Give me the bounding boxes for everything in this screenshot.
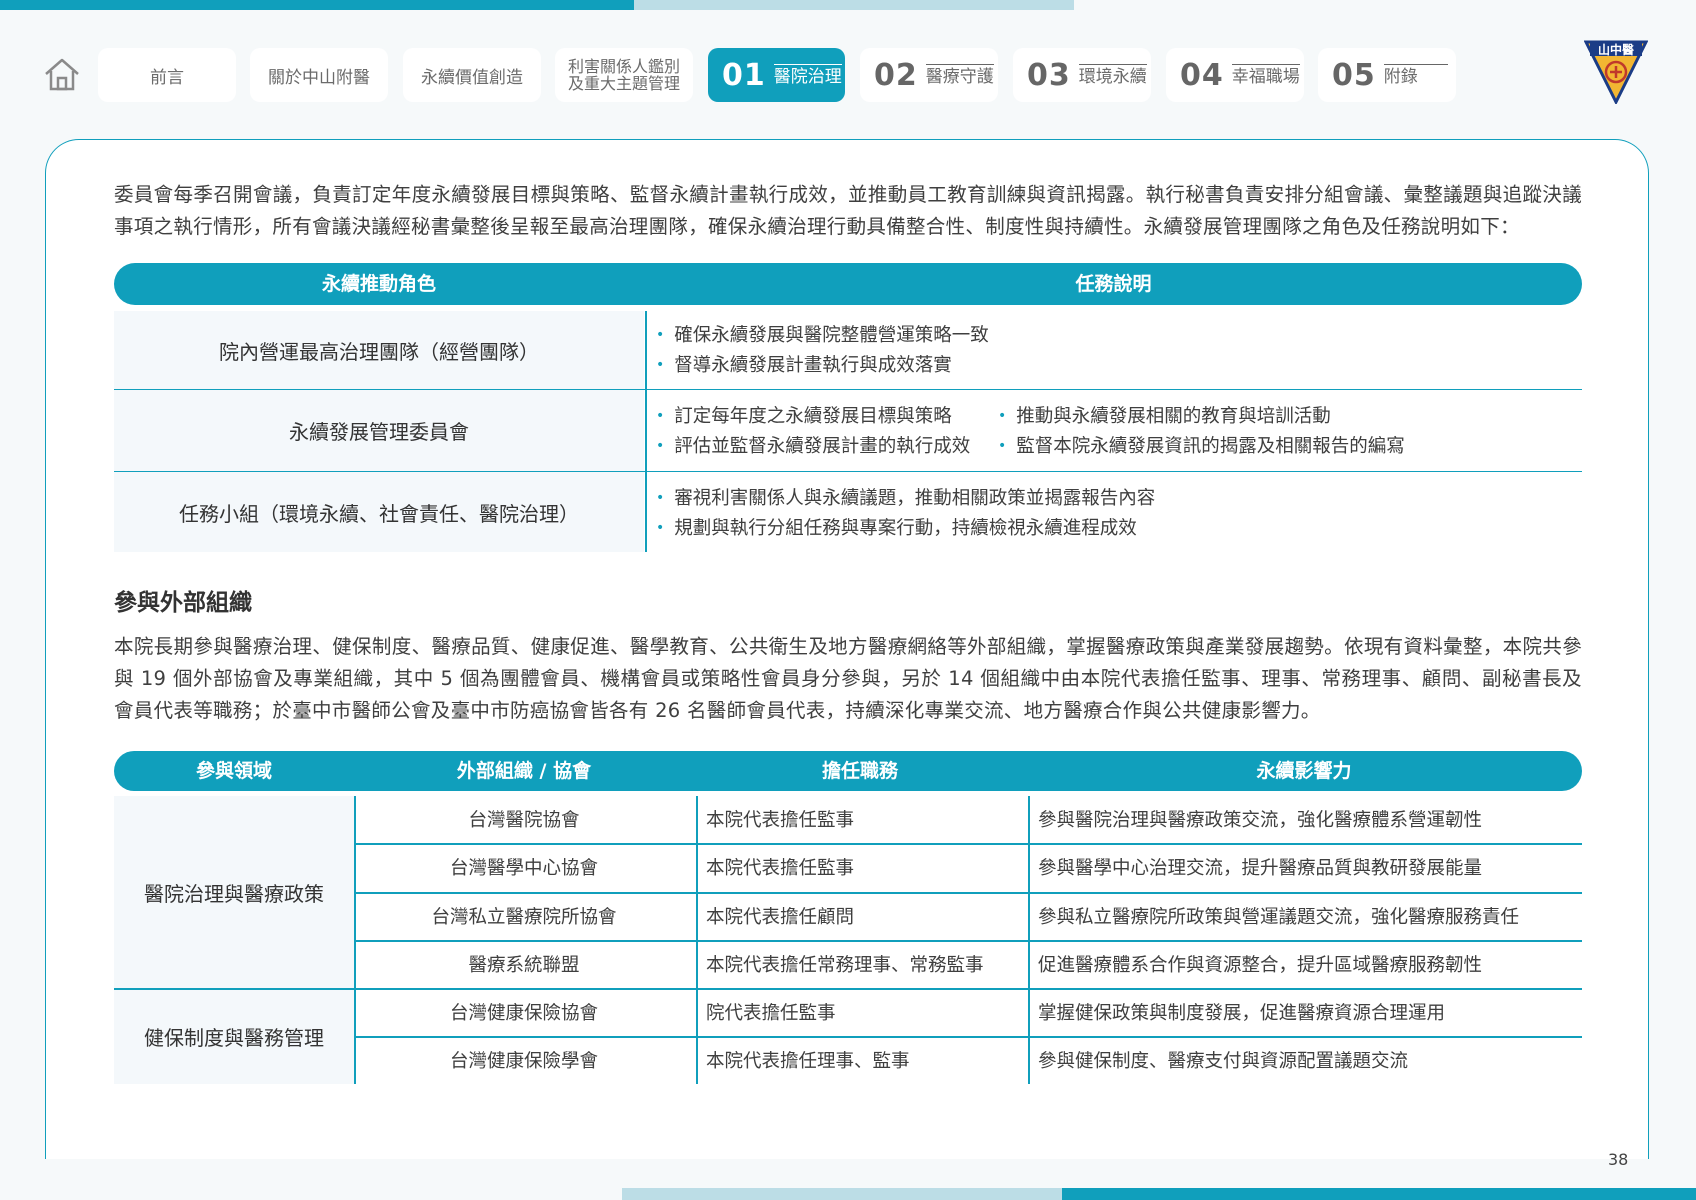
org-impact: 參與健保制度、醫療支付與資源配置議題交流 [1038,1051,1409,1072]
header-impact: 永續影響力 [1256,760,1352,782]
tab-value-creation[interactable]: 永續價值創造 [403,48,541,102]
task-item: 規劃與執行分組任務與專案行動，持續檢視永續進程成效 [656,514,1137,540]
header-org: 外部組織 / 協會 [456,760,592,782]
roles-row: 任務小組（環境永續、社會責任、醫院治理） 審視利害關係人與永續議題，推動相關政策… [114,472,1582,552]
task-item: 監督本院永續發展資訊的揭露及相關報告的編寫 [998,432,1405,458]
task-item: 訂定每年度之永續發展目標與策略 [656,402,952,428]
header-tasks: 任務說明 [1075,273,1152,295]
hospital-logo: 山中醫 [1583,38,1649,106]
intro-paragraph: 委員會每季召開會議，負責訂定年度永續發展目標與策略、監督永續計畫執行成效，並推動… [114,183,1582,238]
logo-text: 山中醫 [1598,42,1634,57]
roles-table-header: 永續推動角色 任務說明 [114,263,1582,305]
tab-01-governance[interactable]: 01 醫院治理 [708,48,845,102]
tab-about[interactable]: 關於中山附醫 [250,48,388,102]
role-name: 永續發展管理委員會 [114,390,644,471]
task-item: 督導永續發展計畫執行與成效落實 [656,351,952,377]
role-name: 院內營運最高治理團隊（經營團隊） [114,311,644,389]
org-role: 本院代表擔任顧問 [706,907,855,928]
org-impact: 參與醫院治理與醫療政策交流，強化醫療體系營運韌性 [1038,810,1483,831]
org-name: 台灣健康保險學會 [449,1051,598,1072]
header-role: 永續推動角色 [321,273,436,295]
tab-stakeholders[interactable]: 利害關係人鑑別 及重大主題管理 [555,48,693,102]
org-impact: 掌握健保政策與制度發展，促進醫療資源合理運用 [1038,1003,1446,1024]
org-role: 本院代表擔任監事 [706,810,855,831]
org-impact: 促進醫療體系合作與資源整合，提升區域醫療服務韌性 [1038,955,1483,976]
org-name: 台灣私立醫療院所協會 [431,907,617,928]
section-title: 參與外部組織 [114,590,252,616]
tab-03-environment[interactable]: 03 環境永續 [1013,48,1151,102]
header-field: 參與領域 [195,760,272,782]
category-cell: 醫院治理與醫療政策 [114,796,354,988]
org-impact: 參與醫學中心治理交流，提升醫療品質與教研發展能量 [1038,858,1483,879]
roles-row: 永續發展管理委員會 訂定每年度之永續發展目標與策略 評估並監督永續發展計畫的執行… [114,390,1582,472]
home-icon[interactable] [40,52,84,96]
section-paragraph: 本院長期參與醫療治理、健保制度、醫療品質、健康促進、醫學教育、公共衛生及地方醫療… [114,635,1582,722]
tab-preface[interactable]: 前言 [98,48,236,102]
task-item: 審視利害關係人與永續議題，推動相關政策並揭露報告內容 [656,484,1155,510]
page-number: 38 [1608,1150,1629,1169]
org-name: 台灣健康保險協會 [449,1003,598,1024]
task-item: 推動與永續發展相關的教育與培訓活動 [998,402,1331,428]
org-table-header: 參與領域 外部組織 / 協會 擔任職務 永續影響力 [114,751,1582,791]
org-name: 醫療系統聯盟 [468,955,580,976]
top-accent-bar [0,0,1696,10]
tab-05-appendix[interactable]: 05 附錄 [1318,48,1456,102]
task-item: 確保永續發展與醫院整體營運策略一致 [656,321,989,347]
roles-row: 院內營運最高治理團隊（經營團隊） 確保永續發展與醫院整體營運策略一致 督導永續發… [114,311,1582,390]
org-name: 台灣醫院協會 [468,810,580,831]
task-item: 評估並監督永續發展計畫的執行成效 [656,432,970,458]
org-role: 本院代表擔任理事、監事 [706,1051,910,1072]
org-role: 本院代表擔任常務理事、常務監事 [706,955,984,976]
role-name: 任務小組（環境永續、社會責任、醫院治理） [114,472,644,552]
tab-02-medical-care[interactable]: 02 醫療守護 [860,48,998,102]
tab-04-workplace[interactable]: 04 幸福職場 [1166,48,1304,102]
org-impact: 參與私立醫療院所政策與營運議題交流，強化醫療服務責任 [1038,907,1520,928]
header-position: 擔任職務 [821,760,898,782]
org-role: 院代表擔任監事 [706,1003,836,1024]
org-name: 台灣醫學中心協會 [449,858,598,879]
category-cell: 健保制度與醫務管理 [114,988,354,1084]
org-table: 醫院治理與醫療政策 健保制度與醫務管理 台灣醫院協會 本院代表擔任監事 參與醫院… [114,796,1582,1086]
org-role: 本院代表擔任監事 [706,858,855,879]
